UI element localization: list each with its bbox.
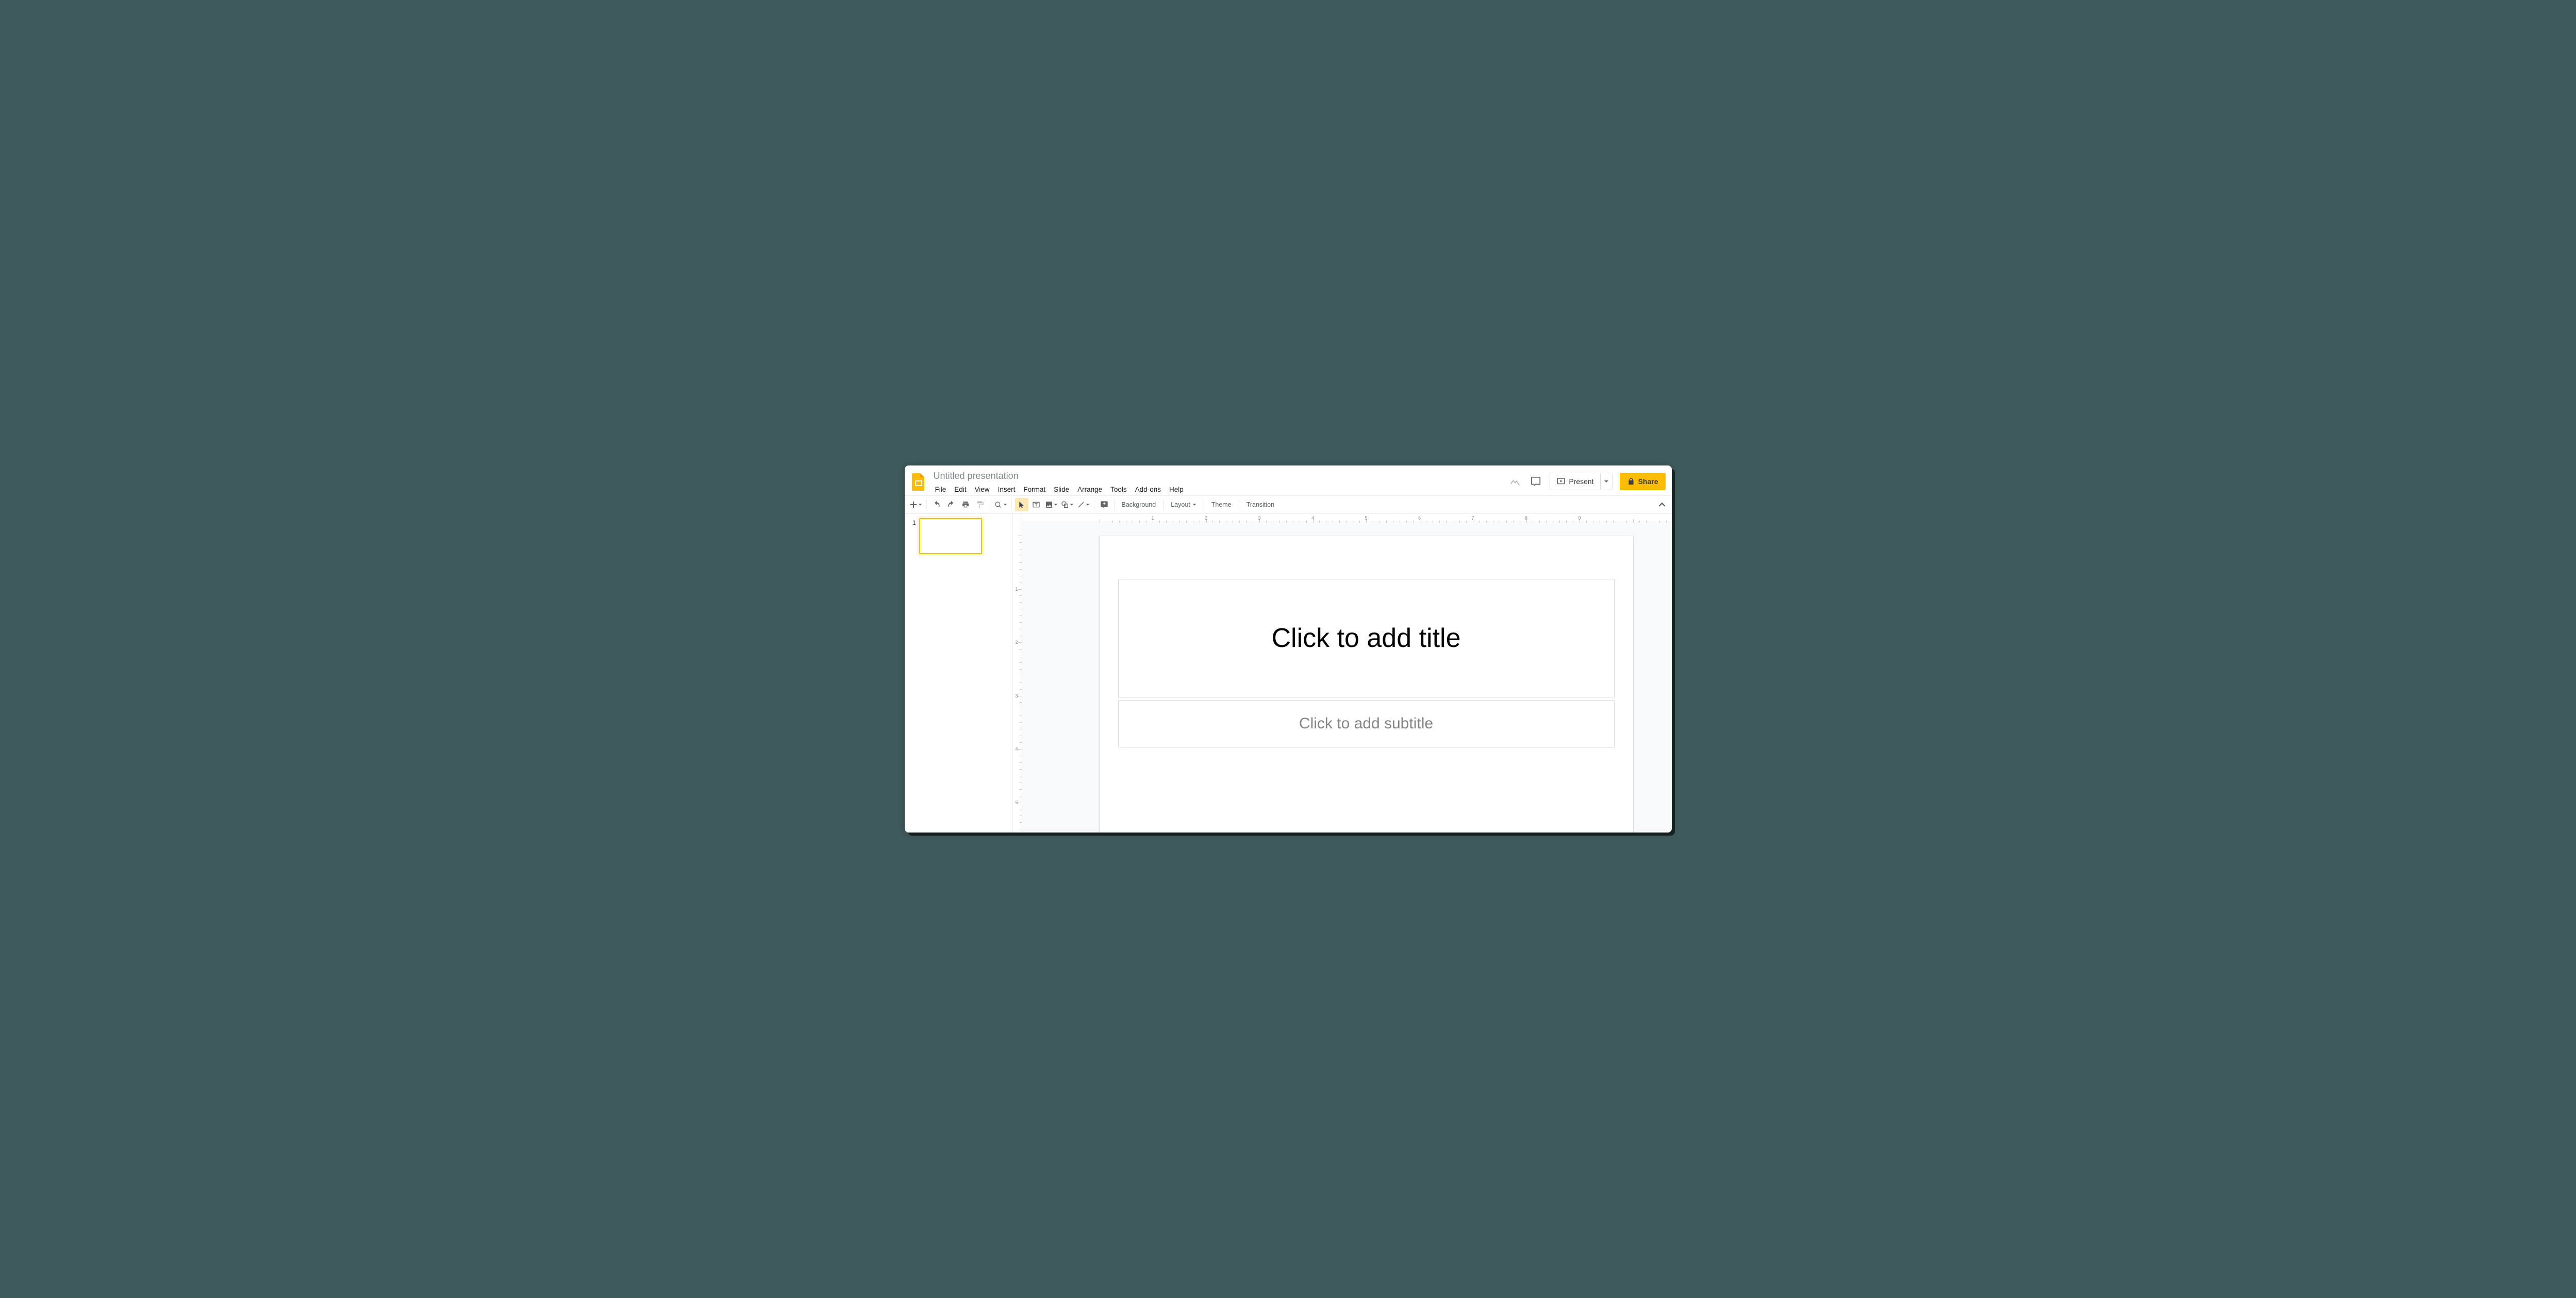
ruler-v-label: 3 <box>1016 693 1018 698</box>
caret-down-icon <box>1054 503 1058 507</box>
comment-tool[interactable] <box>1098 498 1111 511</box>
ruler-h-label: 5 <box>1365 515 1367 521</box>
textbox-tool[interactable] <box>1029 498 1043 511</box>
background-button[interactable]: Background <box>1118 498 1160 511</box>
paint-format-button[interactable] <box>973 498 987 511</box>
ruler-h-label: 8 <box>1525 515 1527 521</box>
present-icon <box>1556 477 1566 486</box>
menu-file[interactable]: File <box>932 484 950 495</box>
ruler-h-label: 7 <box>1471 515 1474 521</box>
vertical-ruler[interactable]: 1 2 3 4 5 <box>1013 514 1022 833</box>
lock-icon <box>1627 477 1635 486</box>
menu-view[interactable]: View <box>971 484 993 495</box>
horizontal-ruler[interactable]: 1 2 3 4 5 6 7 8 9 <box>1022 514 1672 523</box>
toolbar: Background Layout Theme Transition <box>905 495 1672 514</box>
activity-icon[interactable] <box>1508 475 1522 488</box>
app-window: Untitled presentation File Edit View Ins… <box>905 465 1672 833</box>
caret-down-icon <box>1086 503 1090 507</box>
theme-button[interactable]: Theme <box>1207 498 1236 511</box>
transition-button[interactable]: Transition <box>1242 498 1278 511</box>
slides-logo-icon[interactable] <box>910 471 927 493</box>
caret-down-icon <box>1070 503 1074 507</box>
caret-down-icon <box>918 503 922 507</box>
ruler-v-label: 5 <box>1016 800 1018 805</box>
layout-button[interactable]: Layout <box>1167 498 1201 511</box>
comments-icon[interactable] <box>1529 475 1542 488</box>
menu-insert[interactable]: Insert <box>994 484 1019 495</box>
separator <box>926 500 927 510</box>
stage[interactable]: Click to add title Click to add subtitle <box>1022 523 1672 833</box>
present-button-group: Present <box>1550 473 1612 490</box>
menu-format[interactable]: Format <box>1020 484 1049 495</box>
share-button[interactable]: Share <box>1620 473 1666 490</box>
header-right: Present Share <box>1508 473 1665 490</box>
separator <box>1114 500 1115 510</box>
ruler-v-label: 2 <box>1016 640 1018 645</box>
menu-arrange[interactable]: Arrange <box>1074 484 1106 495</box>
menubar: File Edit View Insert Format Slide Arran… <box>932 484 1509 495</box>
menu-slide[interactable]: Slide <box>1050 484 1073 495</box>
menu-help[interactable]: Help <box>1166 484 1187 495</box>
title-placeholder[interactable]: Click to add title <box>1118 579 1615 697</box>
separator <box>1011 500 1012 510</box>
line-tool[interactable] <box>1076 498 1091 511</box>
main-area: 1 1 2 3 4 5 1 2 3 4 5 6 7 8 9 Click to add title Cli… <box>905 514 1672 833</box>
present-label: Present <box>1569 477 1593 486</box>
select-tool[interactable] <box>1015 498 1028 511</box>
subtitle-placeholder-text: Click to add subtitle <box>1299 715 1433 733</box>
shape-tool[interactable] <box>1060 498 1075 511</box>
menu-addons[interactable]: Add-ons <box>1132 484 1165 495</box>
ruler-h-label: 4 <box>1311 515 1314 521</box>
thumbnail-row: 1 <box>909 518 1008 554</box>
slide-thumbnail-panel[interactable]: 1 <box>905 514 1013 833</box>
caret-down-icon <box>1604 479 1609 484</box>
separator <box>1163 500 1164 510</box>
canvas-column: 1 2 3 4 5 6 7 8 9 Click to add title Click to ad… <box>1022 514 1672 833</box>
present-button[interactable]: Present <box>1550 473 1600 490</box>
menu-edit[interactable]: Edit <box>951 484 970 495</box>
ruler-h-label: 2 <box>1205 515 1207 521</box>
thumbnail-number: 1 <box>909 518 916 526</box>
document-title[interactable]: Untitled presentation <box>932 470 1021 482</box>
layout-label: Layout <box>1171 501 1190 508</box>
undo-button[interactable] <box>930 498 943 511</box>
subtitle-placeholder[interactable]: Click to add subtitle <box>1118 700 1615 747</box>
collapse-toolbar-button[interactable] <box>1656 499 1668 510</box>
slide-thumbnail[interactable] <box>919 518 982 554</box>
title-area: Untitled presentation File Edit View Ins… <box>932 470 1509 495</box>
present-dropdown[interactable] <box>1600 473 1612 490</box>
title-placeholder-text: Click to add title <box>1271 623 1460 654</box>
share-label: Share <box>1638 477 1658 486</box>
chevron-up-icon <box>1658 501 1666 508</box>
zoom-button[interactable] <box>993 498 1008 511</box>
ruler-h-label: 6 <box>1418 515 1421 521</box>
ruler-h-label: 9 <box>1578 515 1581 521</box>
image-tool[interactable] <box>1044 498 1059 511</box>
ruler-v-label: 1 <box>1016 587 1018 592</box>
new-slide-button[interactable] <box>909 498 923 511</box>
ruler-h-label: 1 <box>1151 515 1154 521</box>
ruler-v-label: 4 <box>1016 746 1018 752</box>
canvas-wrap: 1 2 3 4 5 1 2 3 4 5 6 7 8 9 Click to add title Click… <box>1013 514 1672 833</box>
header: Untitled presentation File Edit View Ins… <box>905 465 1672 495</box>
caret-down-icon <box>1003 503 1007 507</box>
redo-button[interactable] <box>944 498 958 511</box>
menu-tools[interactable]: Tools <box>1107 484 1131 495</box>
print-button[interactable] <box>959 498 972 511</box>
caret-down-icon <box>1192 503 1196 507</box>
slide-canvas[interactable]: Click to add title Click to add subtitle <box>1100 536 1633 833</box>
ruler-h-label: 3 <box>1258 515 1260 521</box>
